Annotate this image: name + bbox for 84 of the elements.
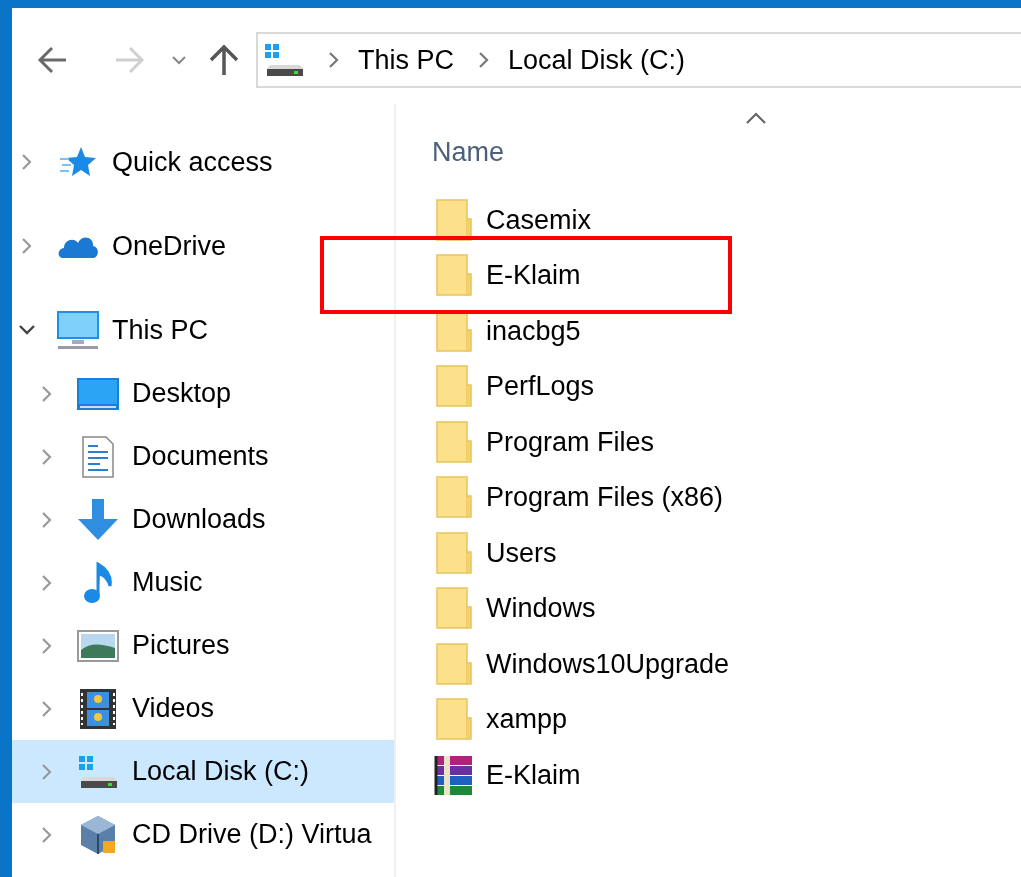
navigation-item[interactable]: OneDrive: [12, 204, 394, 288]
collapsed-chevron-icon[interactable]: [41, 510, 53, 529]
navigation-label: Documents: [132, 440, 269, 474]
file-list-item[interactable]: Casemix: [432, 192, 992, 248]
navigation-item[interactable]: Pictures: [12, 614, 394, 677]
sort-ascending-icon: [745, 111, 767, 125]
collapsed-chevron-icon[interactable]: [41, 762, 53, 781]
drive-icon: [264, 43, 304, 77]
file-name: Windows: [486, 592, 596, 625]
left-arrow-icon: [36, 44, 68, 76]
collapsed-chevron-icon[interactable]: [41, 573, 53, 592]
folder-icon: [436, 254, 472, 297]
breadcrumb-item[interactable]: Local Disk (C:): [508, 39, 686, 81]
file-name: xampp: [486, 703, 568, 736]
file-name: Program Files: [486, 425, 655, 459]
address-bar[interactable]: This PC Local Disk (C:): [256, 32, 1021, 88]
desktop-icon: [77, 377, 119, 410]
navigation-label: CD Drive (D:) Virtua: [132, 818, 372, 852]
collapsed-chevron-icon[interactable]: [41, 384, 53, 403]
name-column-header[interactable]: Name: [432, 132, 505, 173]
navigation-label: Pictures: [132, 629, 230, 663]
file-list-item[interactable]: inacbg5: [432, 303, 992, 359]
folder-icon: [436, 531, 472, 574]
folder-icon: [436, 698, 472, 741]
folder-icon: [436, 476, 472, 519]
document-icon: [82, 435, 114, 478]
navigation-label: Videos: [132, 692, 215, 726]
file-list-item[interactable]: Users: [432, 525, 992, 581]
file-list-item[interactable]: Windows10Upgrade: [432, 636, 992, 692]
up-arrow-icon: [208, 43, 240, 77]
folder-icon: [436, 587, 472, 630]
file-name: Program Files (x86): [486, 481, 724, 514]
file-list-item[interactable]: Program Files (x86): [432, 469, 992, 525]
navigation-item[interactable]: Music: [12, 551, 394, 614]
file-name: Windows10Upgrade: [486, 647, 730, 681]
navigation-item[interactable]: Downloads: [12, 488, 394, 551]
navigation-item[interactable]: Local Disk (C:): [12, 740, 394, 803]
navigation-label: Quick access: [112, 145, 273, 179]
breadcrumb-chevron-icon: [478, 51, 491, 69]
collapsed-chevron-icon[interactable]: [41, 699, 53, 718]
collapsed-chevron-icon[interactable]: [41, 825, 53, 844]
film-strip-icon: [80, 688, 116, 729]
star-icon: [59, 145, 97, 179]
file-list-item[interactable]: PerfLogs: [432, 358, 992, 414]
navigation-item[interactable]: Documents: [12, 425, 394, 488]
file-list-item[interactable]: Windows: [432, 580, 992, 636]
navigation-item[interactable]: Quick access: [12, 120, 394, 204]
chevron-down-icon: [171, 55, 187, 65]
cube-icon: [79, 814, 117, 855]
navigation-item[interactable]: CD Drive (D:) Virtua: [12, 803, 394, 866]
file-list-item[interactable]: E-Klaim: [432, 247, 992, 303]
music-note-icon: [83, 561, 113, 604]
navigation-item[interactable]: Videos: [12, 677, 394, 740]
folder-icon: [436, 198, 472, 241]
navigation-label: OneDrive: [112, 229, 227, 263]
collapsed-chevron-icon[interactable]: [41, 447, 53, 466]
collapsed-chevron-icon[interactable]: [41, 636, 53, 655]
breadcrumb-item[interactable]: This PC: [358, 39, 455, 81]
expanded-chevron-icon[interactable]: [18, 324, 36, 336]
folder-icon: [436, 365, 472, 408]
picture-icon: [77, 629, 119, 662]
file-name: inacbg5: [486, 314, 581, 348]
file-name: Casemix: [486, 203, 592, 237]
navigation-label: This PC: [112, 313, 209, 347]
navigation-label: Desktop: [132, 377, 232, 411]
collapsed-chevron-icon[interactable]: [21, 237, 33, 255]
file-name: PerfLogs: [486, 370, 595, 403]
collapsed-chevron-icon[interactable]: [21, 153, 33, 171]
monitor-icon: [56, 310, 100, 350]
file-name: Users: [486, 536, 557, 570]
download-arrow-icon: [77, 498, 119, 541]
file-name: E-Klaim: [486, 259, 581, 292]
file-list-item[interactable]: xampp: [432, 691, 992, 747]
navigation-label: Local Disk (C:): [132, 755, 310, 789]
navigation-label: Music: [132, 566, 203, 600]
folder-icon: [436, 642, 472, 685]
folder-icon: [436, 420, 472, 463]
file-list-item[interactable]: Program Files: [432, 414, 992, 470]
file-list-item[interactable]: E-Klaim: [432, 747, 992, 803]
drive-icon: [78, 754, 118, 789]
file-name: E-Klaim: [486, 758, 581, 792]
right-arrow-icon: [114, 44, 146, 76]
breadcrumb-chevron-icon: [328, 51, 340, 69]
navigation-label: Downloads: [132, 503, 266, 537]
